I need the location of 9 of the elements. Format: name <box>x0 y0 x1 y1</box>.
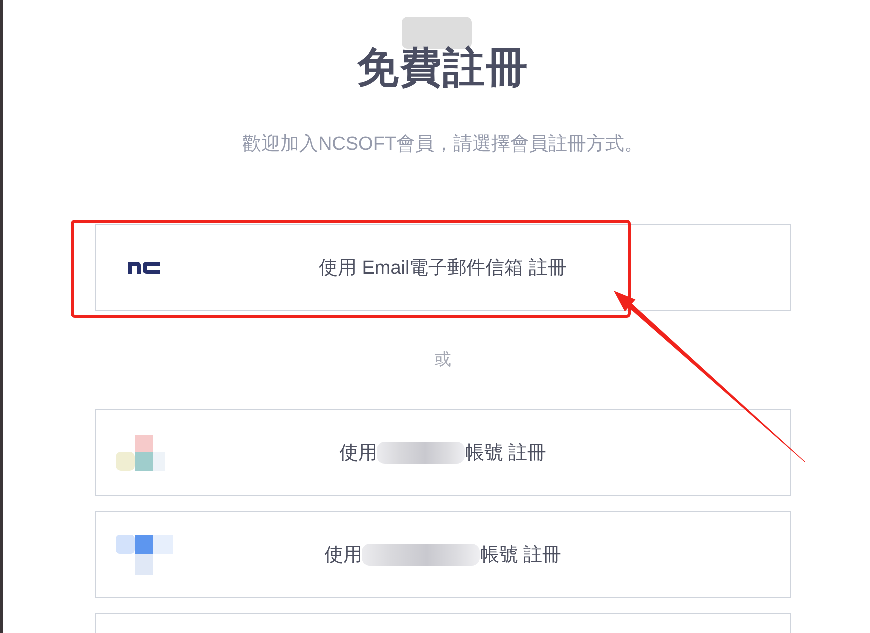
pixelated-logo-icon <box>116 434 165 470</box>
page-subtitle: 歡迎加入NCSOFT會員，請選擇會員註冊方式。 <box>242 133 644 157</box>
account-signup-button[interactable]: 使用 帳號 註冊 <box>95 511 791 598</box>
account-signup-button[interactable]: 使用 帳號 註冊 <box>95 409 791 496</box>
pixelated-logo-icon <box>116 534 173 574</box>
page-title: 免費註冊 <box>357 43 529 93</box>
or-divider-text: 或 <box>434 349 452 371</box>
email-signup-button[interactable]: 使用 Email電子郵件信箱 註冊 <box>95 224 791 311</box>
nc-logo-icon <box>128 261 160 274</box>
